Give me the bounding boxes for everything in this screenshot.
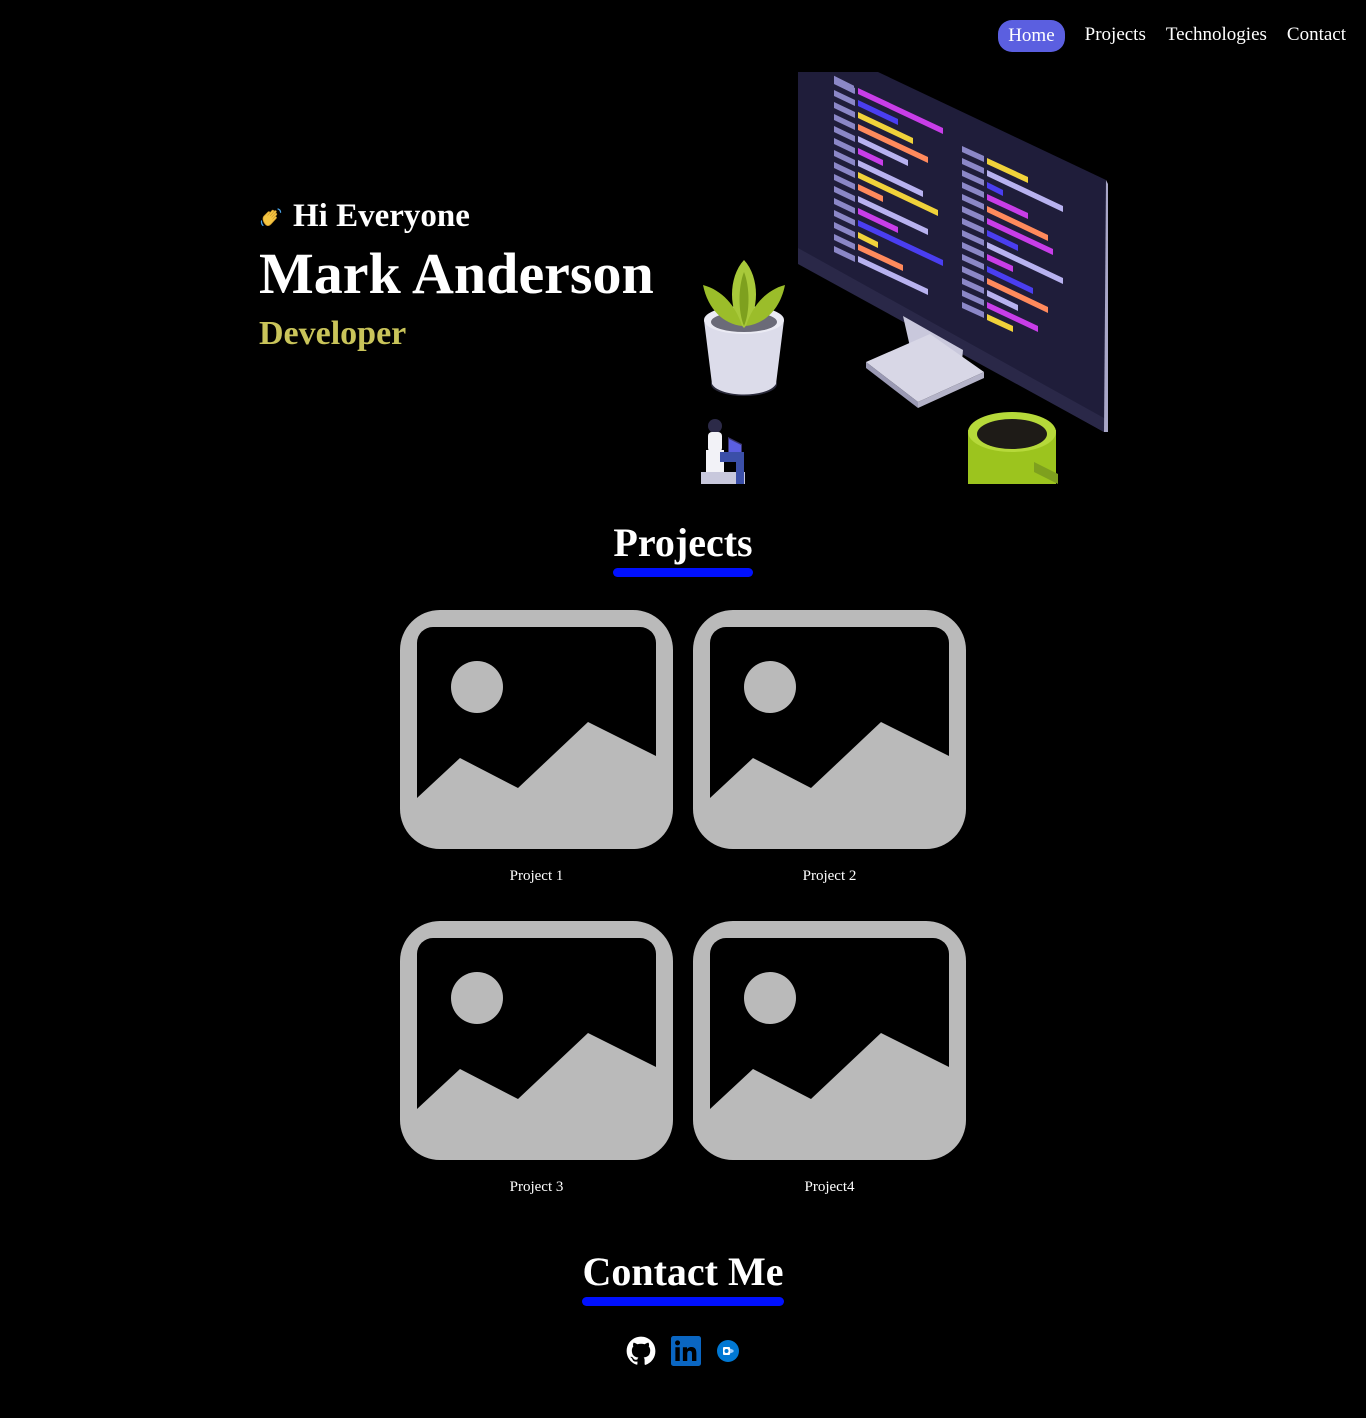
projects-section-title: Projects — [0, 523, 1366, 577]
project-label: Project 2 — [802, 868, 857, 884]
greeting: Hi Everyone — [259, 200, 654, 233]
nav-technologies-link[interactable]: Technologies — [1166, 24, 1267, 46]
hero-name: Mark Anderson — [259, 241, 654, 306]
waving-hand-icon — [260, 207, 282, 226]
linkedin-icon[interactable] — [671, 1336, 701, 1366]
image-placeholder-icon — [693, 921, 966, 1160]
image-placeholder-icon — [400, 921, 673, 1160]
greeting-text: Hi Everyone — [293, 198, 470, 234]
developer-illustration — [701, 72, 1108, 484]
project-card-1[interactable]: Project 1 — [400, 610, 673, 885]
nav-projects-link[interactable]: Projects — [1085, 24, 1146, 46]
contact-heading: Contact Me — [582, 1252, 784, 1306]
project-card-3[interactable]: Project 3 — [400, 921, 673, 1196]
social-links — [0, 1336, 1366, 1366]
contact-section-title: Contact Me — [0, 1252, 1366, 1306]
outlook-icon[interactable] — [716, 1339, 740, 1363]
hero-role: Developer — [259, 315, 407, 352]
project-label: Project 1 — [509, 868, 564, 884]
projects-grid: Project 1 Project 2 Project 3 Project4 — [400, 610, 966, 1196]
project-label: Project 3 — [509, 1179, 564, 1195]
project-card-4[interactable]: Project4 — [693, 921, 966, 1196]
nav-home-link[interactable]: Home — [998, 20, 1065, 52]
top-nav: Home Projects Technologies Contact — [998, 18, 1346, 52]
github-icon[interactable] — [626, 1336, 656, 1366]
project-label: Project4 — [804, 1179, 855, 1195]
hero-section: Hi Everyone Mark Anderson Developer — [259, 200, 654, 351]
projects-heading: Projects — [613, 523, 753, 577]
nav-contact-link[interactable]: Contact — [1287, 24, 1346, 46]
image-placeholder-icon — [693, 610, 966, 849]
project-card-2[interactable]: Project 2 — [693, 610, 966, 885]
image-placeholder-icon — [400, 610, 673, 849]
